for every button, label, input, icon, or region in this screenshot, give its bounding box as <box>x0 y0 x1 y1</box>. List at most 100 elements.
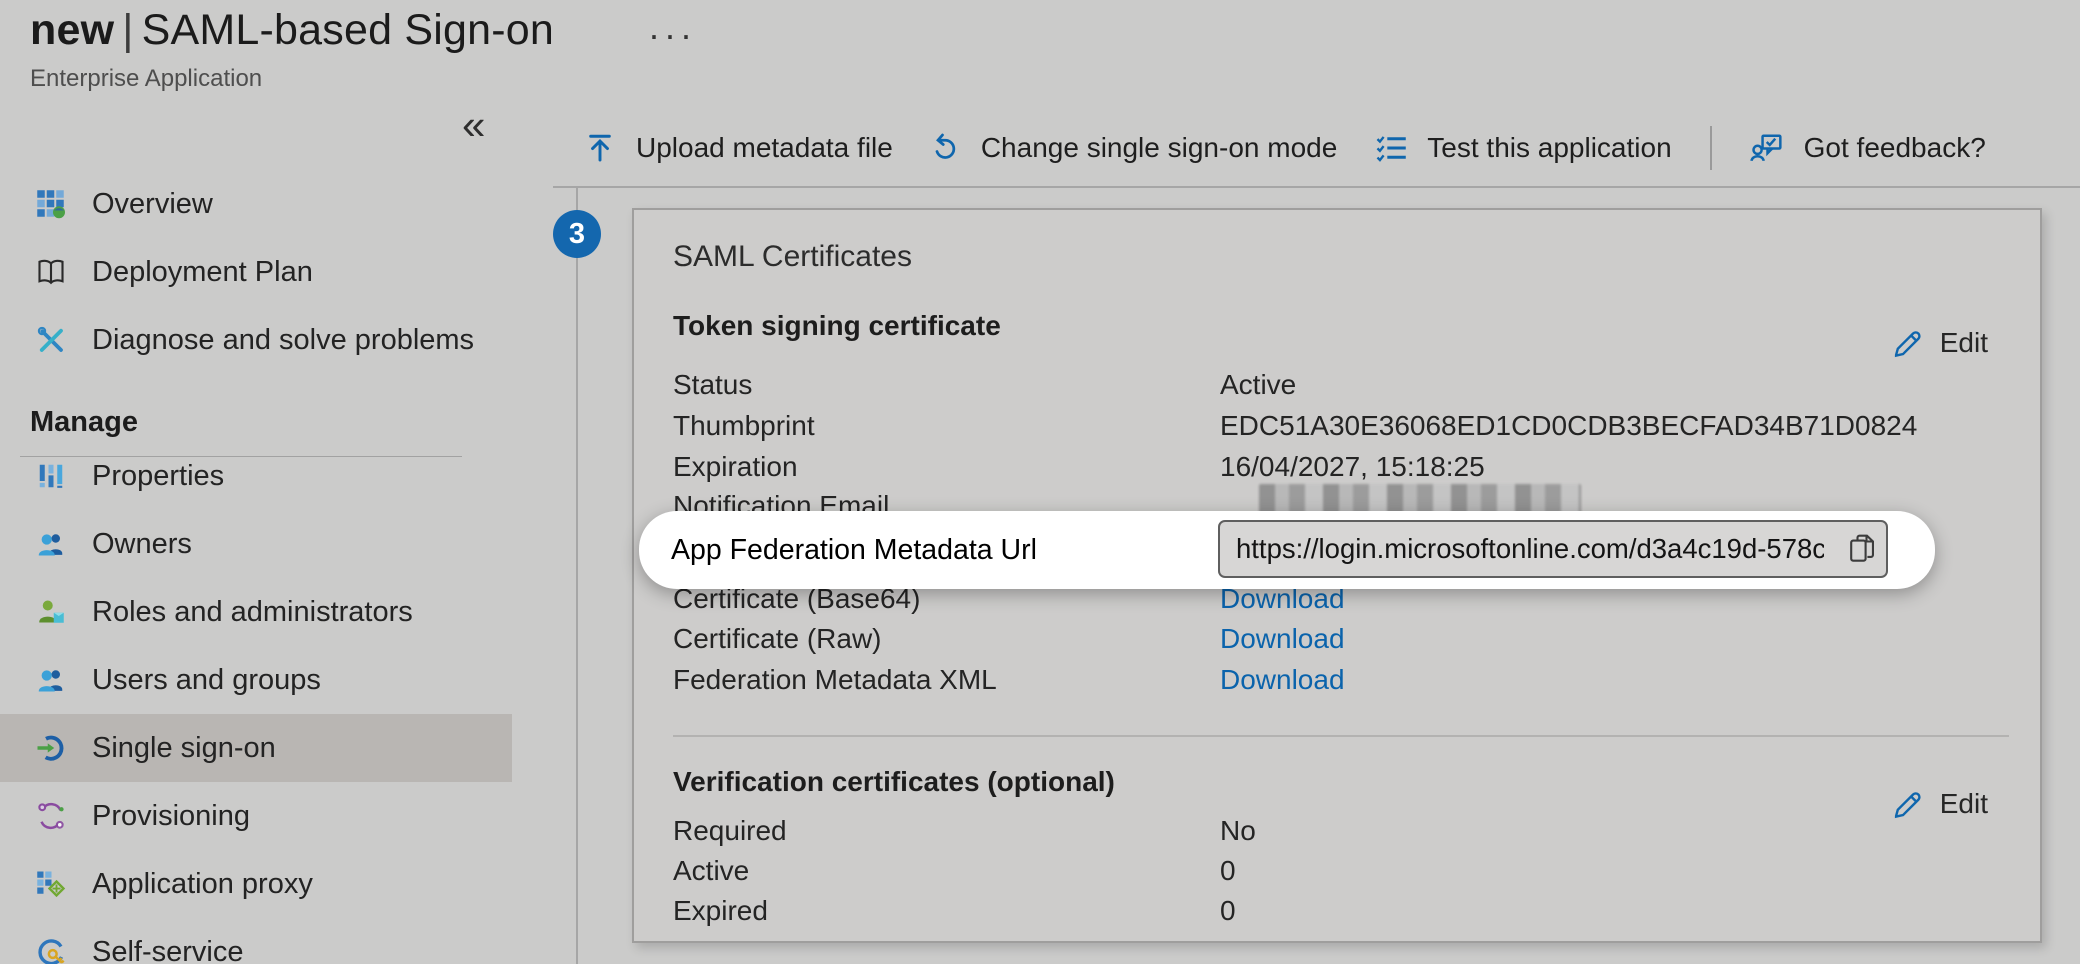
download-federation-xml-link[interactable]: Download <box>1220 664 1345 696</box>
toolbar-separator <box>1710 126 1712 170</box>
row-label: Status <box>673 369 752 401</box>
sidebar-item-label: Overview <box>92 188 213 221</box>
sidebar-item-deployment-plan[interactable]: Deployment Plan <box>0 238 512 306</box>
sidebar-item-label: Single sign-on <box>92 732 276 765</box>
upload-icon <box>584 132 616 164</box>
open-book-icon <box>36 257 66 287</box>
sidebar-item-roles[interactable]: Roles and administrators <box>0 578 512 646</box>
sidebar-nav-top: Overview Deployment Plan Diagnose and so… <box>0 170 512 374</box>
pencil-icon <box>1891 326 1925 360</box>
test-application-button[interactable]: Test this application <box>1375 132 1671 164</box>
row-label: Certificate (Raw) <box>673 623 881 655</box>
row-label: Expiration <box>673 451 798 483</box>
people-icon <box>36 665 66 695</box>
checklist-icon <box>1375 133 1407 163</box>
command-bar: Upload metadata file Change single sign-… <box>584 110 1986 186</box>
toolbar-button-label: Got feedback? <box>1804 132 1986 164</box>
page-subtitle: Enterprise Application <box>30 65 554 93</box>
cert-row-status: Status Active <box>673 365 2003 405</box>
sidebar-item-owners[interactable]: Owners <box>0 510 512 578</box>
edit-label: Edit <box>1940 327 1988 359</box>
section-divider <box>673 735 2009 737</box>
toolbar-button-label: Test this application <box>1427 132 1671 164</box>
row-label: Federation Metadata XML <box>673 664 997 696</box>
cert-row-raw: Certificate (Raw) Download <box>673 619 2003 659</box>
toolbar-button-label: Change single sign-on mode <box>981 132 1337 164</box>
blade-title: SAML-based Sign-on <box>142 6 554 54</box>
bars-icon <box>36 461 66 491</box>
sidebar-item-label: Users and groups <box>92 664 321 697</box>
cert-row-expiration: Expiration 16/04/2027, 15:18:25 <box>673 447 2003 487</box>
sync-circle-icon <box>36 801 66 831</box>
page-header: new|SAML-based Sign-on Enterprise Applic… <box>30 6 554 93</box>
sidebar-item-label: Owners <box>92 528 192 561</box>
step-number-badge: 3 <box>553 210 601 258</box>
step-timeline-line <box>576 186 578 964</box>
sidebar-item-properties[interactable]: Properties <box>0 442 512 510</box>
verification-row-expired: Expired 0 <box>673 891 2003 931</box>
sidebar-item-label: Self-service <box>92 936 244 964</box>
sidebar-item-overview[interactable]: Overview <box>0 170 512 238</box>
copy-icon[interactable] <box>1847 532 1877 566</box>
got-feedback-button[interactable]: Got feedback? <box>1750 132 1986 164</box>
sidebar-item-diagnose[interactable]: Diagnose and solve problems <box>0 306 512 374</box>
sign-in-circle-icon <box>36 733 66 763</box>
row-label: Required <box>673 815 787 847</box>
cert-row-thumbprint: Thumbprint EDC51A30E36068ED1CD0CDB3BECFA… <box>673 406 2003 446</box>
app-federation-metadata-url-row-highlight: App Federation Metadata Url https://logi… <box>639 511 1935 589</box>
row-label: Active <box>673 855 749 887</box>
grid-globe-icon <box>36 189 66 219</box>
sidebar-item-label: Application proxy <box>92 868 313 901</box>
feedback-person-icon <box>1750 132 1784 164</box>
sidebar-item-label: Properties <box>92 460 224 493</box>
sidebar-group-label: Manage <box>30 406 138 439</box>
change-sso-mode-button[interactable]: Change single sign-on mode <box>931 132 1337 164</box>
required-value: No <box>1220 815 1256 847</box>
circle-key-icon <box>36 937 66 964</box>
verification-row-required: Required No <box>673 811 2003 851</box>
expiration-value: 16/04/2027, 15:18:25 <box>1220 451 1485 483</box>
metadata-url-input[interactable]: https://login.microsoftonline.com/d3a4c1… <box>1218 520 1888 578</box>
download-raw-link[interactable]: Download <box>1220 623 1345 655</box>
saml-certificates-panel: SAML Certificates Token signing certific… <box>632 208 2042 943</box>
saml-sign-on-page: new|SAML-based Sign-on Enterprise Applic… <box>0 0 2080 964</box>
collapse-sidebar-icon[interactable]: « <box>462 104 485 146</box>
sidebar-item-label: Roles and administrators <box>92 596 413 629</box>
row-label: Thumbprint <box>673 410 815 442</box>
app-name: new <box>30 6 114 54</box>
verification-certificates-heading: Verification certificates (optional) <box>673 766 1115 798</box>
row-label: App Federation Metadata Url <box>671 534 1037 567</box>
row-label: Expired <box>673 895 768 927</box>
title-separator: | <box>114 6 141 54</box>
sidebar-item-single-sign-on[interactable]: Single sign-on <box>0 714 512 782</box>
thumbprint-value: EDC51A30E36068ED1CD0CDB3BECFAD34B71D0824 <box>1220 410 1917 442</box>
toolbar-button-label: Upload metadata file <box>636 132 893 164</box>
verification-row-active: Active 0 <box>673 851 2003 891</box>
sidebar-item-provisioning[interactable]: Provisioning <box>0 782 512 850</box>
crossed-tools-icon <box>36 325 66 355</box>
cert-row-federation-xml: Federation Metadata XML Download <box>673 660 2003 700</box>
sidebar-item-users-groups[interactable]: Users and groups <box>0 646 512 714</box>
edit-token-certificate-button[interactable]: Edit <box>1891 326 1988 360</box>
sidebar-item-application-proxy[interactable]: Application proxy <box>0 850 512 918</box>
page-title: new|SAML-based Sign-on <box>30 6 554 55</box>
upload-metadata-button[interactable]: Upload metadata file <box>584 132 893 164</box>
sidebar: « Overview Deployment Plan Diagnose and … <box>0 96 512 964</box>
sidebar-item-label: Diagnose and solve problems <box>92 324 474 357</box>
content-top-divider <box>553 186 2080 188</box>
person-cube-icon <box>36 597 66 627</box>
sidebar-item-label: Provisioning <box>92 800 250 833</box>
more-menu-icon[interactable]: ··· <box>648 14 696 56</box>
token-signing-heading: Token signing certificate <box>673 310 1001 342</box>
active-count-value: 0 <box>1220 855 1236 887</box>
expired-count-value: 0 <box>1220 895 1236 927</box>
sidebar-item-label: Deployment Plan <box>92 256 313 289</box>
status-value: Active <box>1220 369 1296 401</box>
metadata-url-value: https://login.microsoftonline.com/d3a4c1… <box>1220 533 1824 565</box>
people-icon <box>36 529 66 559</box>
panel-title: SAML Certificates <box>673 240 912 274</box>
undo-arrow-icon <box>931 133 961 163</box>
sidebar-nav-manage: Properties Owners Roles and administrato… <box>0 442 512 964</box>
sidebar-item-self-service[interactable]: Self-service <box>0 918 512 964</box>
grid-diamond-icon <box>36 869 66 899</box>
